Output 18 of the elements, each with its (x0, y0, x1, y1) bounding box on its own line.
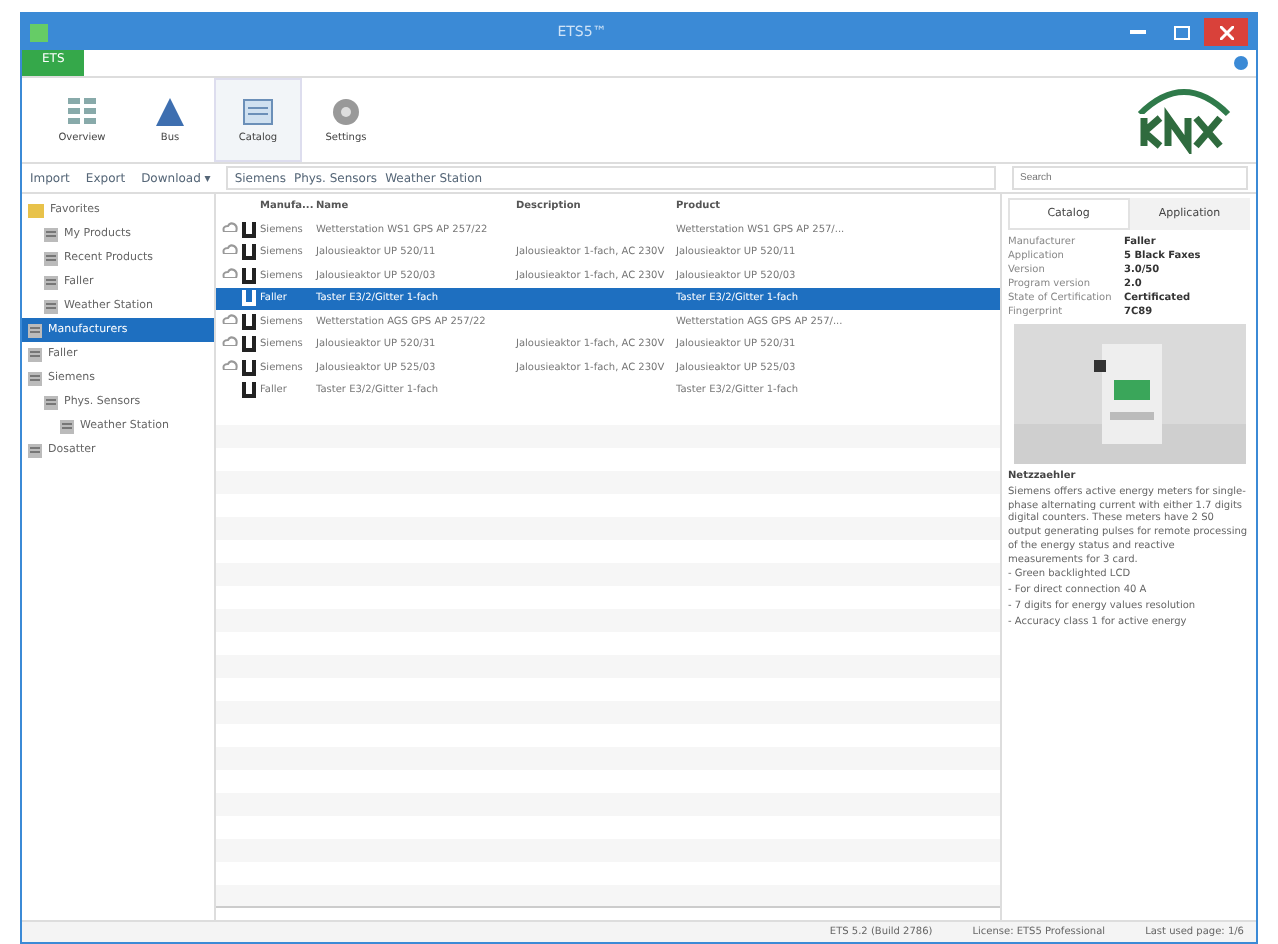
folder-icon (28, 203, 44, 217)
catalog-icon (242, 97, 274, 125)
list-icon (28, 443, 42, 457)
list-icon (44, 227, 58, 241)
list-icon (60, 419, 74, 433)
grid-icon (68, 97, 96, 125)
list-icon (44, 395, 58, 409)
help-icon[interactable] (1234, 56, 1248, 70)
list-icon (28, 323, 42, 337)
list-icon (28, 371, 42, 385)
gear-icon (332, 97, 360, 125)
list-icon (28, 347, 42, 361)
close-icon[interactable] (1204, 18, 1248, 46)
list-icon (44, 275, 58, 289)
list-icon (44, 299, 58, 313)
app-icon (30, 23, 48, 41)
list-icon (44, 251, 58, 265)
triangle-icon (156, 97, 184, 125)
